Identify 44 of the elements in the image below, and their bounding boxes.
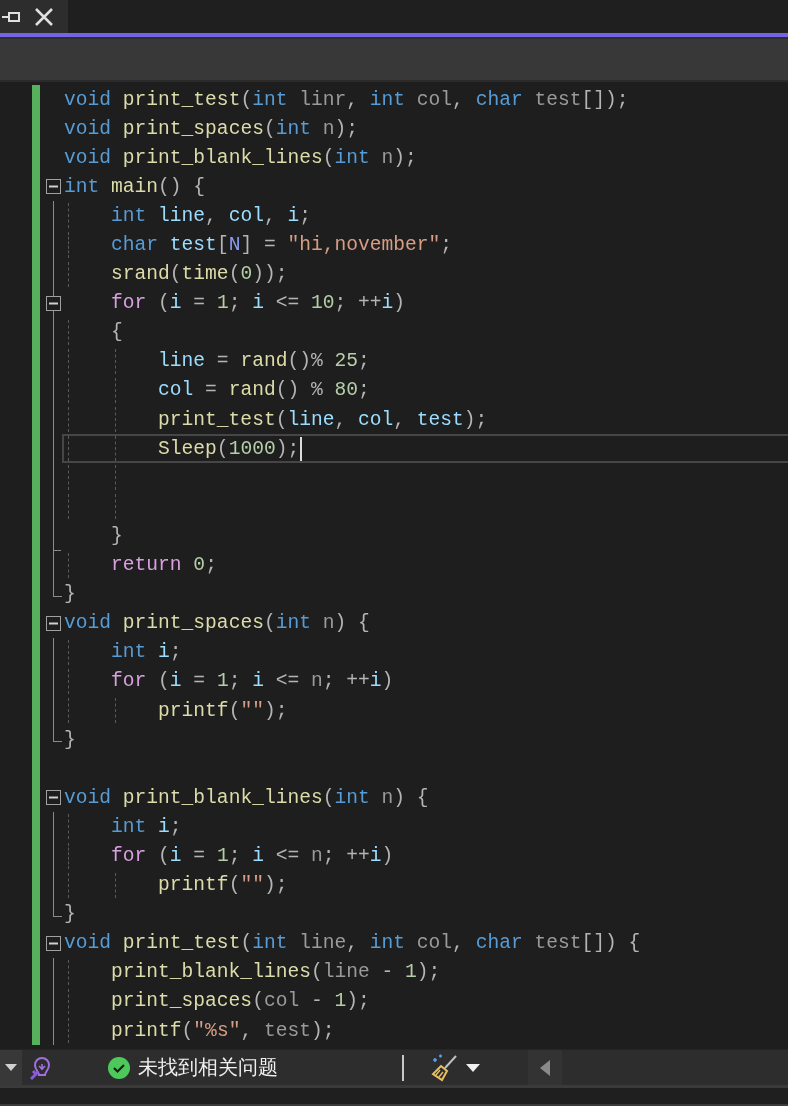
code-line: print_test(line, col, test); bbox=[157, 408, 488, 431]
code-line: print_blank_lines(line - 1); bbox=[110, 961, 441, 984]
code-line: for (i = 1; i <= 10; ++i) bbox=[110, 292, 406, 315]
code-line: void print_test(int line, int col, char test[]) { bbox=[64, 932, 641, 955]
collapse-icon[interactable] bbox=[46, 179, 61, 195]
check-circle-icon bbox=[108, 1056, 130, 1079]
code-line: } bbox=[64, 903, 76, 926]
code-line: char test[N] = "hi,november"; bbox=[110, 234, 453, 256]
code-line: void print_blank_lines(int n); bbox=[64, 146, 417, 169]
code-line: printf(""); bbox=[157, 699, 288, 722]
code-line: void print_spaces(int n) { bbox=[64, 612, 370, 635]
code-line: printf("%s", test); bbox=[110, 1019, 335, 1042]
code-line: int line, col, i; bbox=[110, 204, 311, 227]
code-line: void print_test(int linr, int col, char test[]); bbox=[64, 88, 629, 111]
code-line: return 0; bbox=[110, 554, 217, 577]
collapse-icon[interactable] bbox=[46, 295, 61, 311]
code-line: printf(""); bbox=[157, 874, 288, 897]
collapse-icon[interactable] bbox=[46, 935, 61, 951]
code-line: for (i = 1; i <= n; ++i) bbox=[110, 670, 394, 693]
code-line: } bbox=[64, 728, 76, 751]
issues-status-text: 未找到相关问题 bbox=[138, 1054, 278, 1081]
code-line: void print_spaces(int n); bbox=[64, 117, 358, 140]
code-line: int i; bbox=[110, 641, 182, 664]
code-line: for (i = 1; i <= n; ++i) bbox=[110, 845, 394, 867]
code-line: { bbox=[110, 321, 123, 344]
code-line: int main() { bbox=[64, 175, 206, 198]
scroll-left-button[interactable] bbox=[528, 1050, 562, 1085]
code-line: void print_blank_lines(int n) { bbox=[64, 786, 429, 809]
close-icon[interactable] bbox=[34, 7, 54, 26]
pin-icon[interactable] bbox=[2, 9, 20, 24]
code-line: col = rand() % 80; bbox=[157, 379, 370, 402]
collapse-icon[interactable] bbox=[46, 615, 61, 631]
collapse-icon[interactable] bbox=[46, 790, 61, 806]
code-line: int i; bbox=[110, 815, 182, 838]
code-line: } bbox=[110, 524, 123, 547]
text-caret bbox=[300, 436, 303, 461]
code-line: print_spaces(col - 1); bbox=[110, 990, 370, 1013]
code-line: srand(time(0)); bbox=[110, 263, 288, 286]
arrow-left-icon bbox=[540, 1059, 550, 1076]
code-line: Sleep(1000); bbox=[157, 437, 300, 460]
code-line: line = rand()% 25; bbox=[157, 350, 370, 373]
dropdown-button[interactable] bbox=[0, 1050, 22, 1085]
caret-icon bbox=[5, 1064, 17, 1071]
code-line: } bbox=[64, 583, 76, 606]
